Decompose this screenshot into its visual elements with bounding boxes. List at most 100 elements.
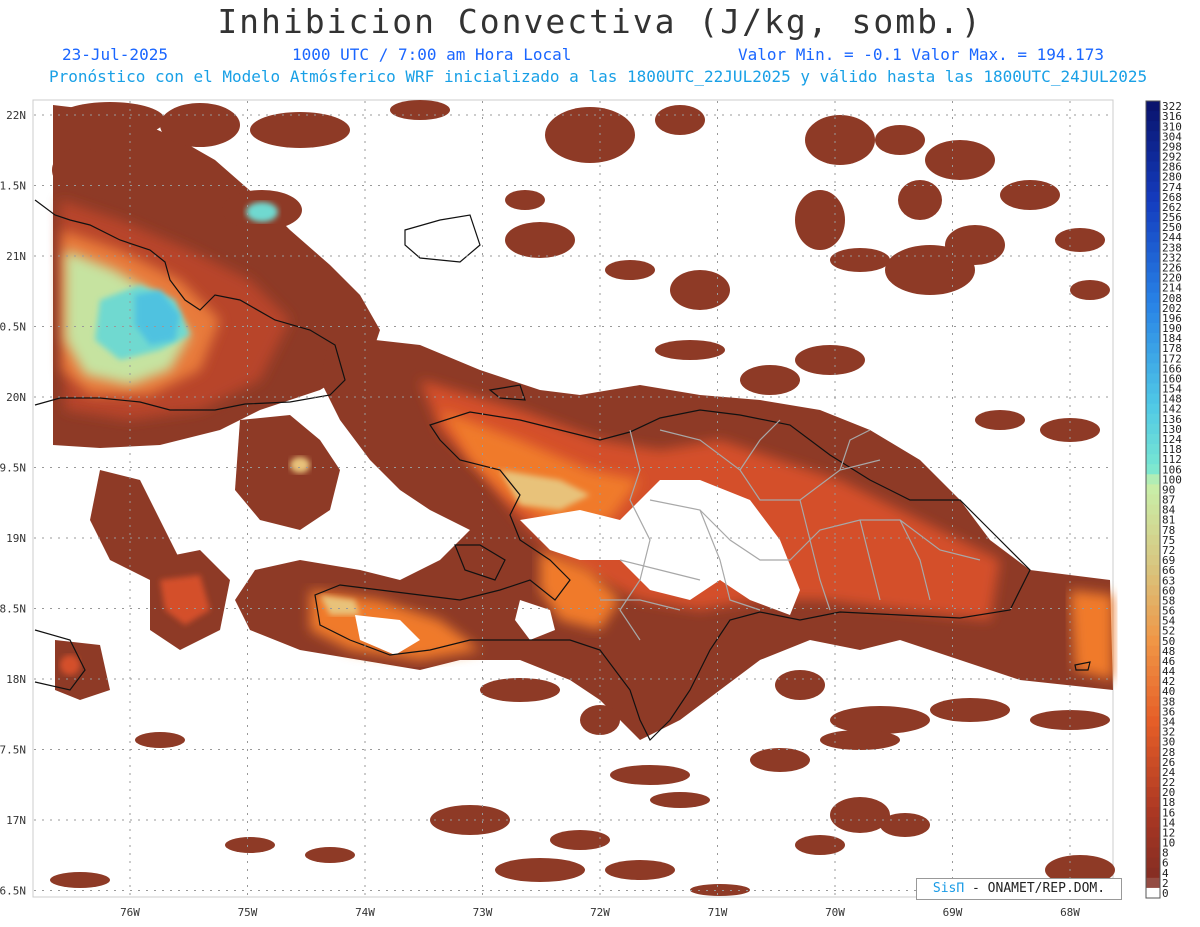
colorbar-swatch: [1146, 746, 1160, 758]
sispi-logo: SisΠ: [932, 881, 965, 896]
colorbar-swatch: [1146, 191, 1160, 203]
colorbar-swatch: [1146, 807, 1160, 818]
lat-label: 9.5N: [0, 462, 26, 475]
colorbar-swatch: [1146, 716, 1160, 727]
colorbar-swatch: [1146, 565, 1160, 576]
colorbar-swatch: [1146, 524, 1160, 536]
colorbar-swatch: [1146, 444, 1160, 455]
latitude-labels: 22N 1.5N 21N 0.5N 20N 9.5N 19N 8.5N 18N 7.5N 17N 6.…: [0, 109, 26, 898]
colorbar-swatch: [1146, 645, 1160, 657]
colorbar-swatch: [1146, 242, 1160, 253]
cin-map: 22N 1.5N 21N 0.5N 20N 9.5N 19N 8.5N 18N 7.5N 17N 6.…: [0, 99, 1182, 919]
colorbar-swatch: [1146, 312, 1160, 324]
colorbar-swatch: [1146, 131, 1160, 142]
colorbar-swatch: [1146, 696, 1160, 707]
colorbar-tick: 0: [1162, 887, 1169, 900]
colorbar-swatch: [1146, 201, 1160, 213]
colorbar-swatch: [1146, 736, 1160, 748]
lat-label: 6.5N: [0, 885, 26, 898]
colorbar-swatch: [1146, 363, 1160, 374]
colorbar-swatch: [1146, 423, 1160, 435]
colorbar-swatch: [1146, 262, 1160, 274]
colorbar-swatch: [1146, 544, 1160, 556]
lat-label: 7.5N: [0, 744, 26, 757]
colorbar-swatch: [1146, 433, 1160, 445]
colorbar-swatch: [1146, 504, 1160, 516]
lon-label: 73W: [473, 906, 493, 919]
colorbar-swatch: [1146, 534, 1160, 546]
colorbar-swatch: [1146, 474, 1160, 485]
colorbar-swatch: [1146, 756, 1160, 768]
colorbar-swatch: [1146, 464, 1160, 475]
colorbar-swatch: [1146, 373, 1160, 384]
lon-label: 71W: [708, 906, 728, 919]
colorbar-swatch: [1146, 333, 1160, 344]
colorbar-swatch: [1146, 181, 1160, 193]
colorbar-swatch: [1146, 232, 1160, 243]
colorbar-swatch: [1146, 353, 1160, 364]
colorbar-swatch: [1146, 817, 1160, 828]
colorbar-swatch: [1146, 655, 1160, 667]
colorbar-swatch: [1146, 676, 1160, 687]
colorbar-swatch: [1146, 161, 1160, 173]
colorbar-swatch: [1146, 797, 1160, 808]
colorbar-swatch: [1146, 383, 1160, 395]
colorbar-swatch: [1146, 484, 1160, 495]
colorbar-swatch: [1146, 322, 1160, 334]
lon-label: 69W: [943, 906, 963, 919]
lon-label: 75W: [238, 906, 258, 919]
colorbar-swatch: [1146, 151, 1160, 163]
colorbar-swatch: [1146, 595, 1160, 606]
lon-label: 72W: [590, 906, 610, 919]
credit-box: SisΠ - ONAMET/REP.DOM.: [916, 878, 1122, 900]
lon-label: 70W: [825, 906, 845, 919]
colorbar-swatch: [1146, 776, 1160, 788]
colorbar-swatch: [1146, 272, 1160, 284]
lat-label: 0.5N: [0, 321, 26, 334]
lon-label: 76W: [120, 906, 140, 919]
colorbar-swatch: [1146, 413, 1160, 425]
lat-label: 20N: [6, 391, 26, 404]
lat-label: 19N: [6, 532, 26, 545]
lat-label: 17N: [6, 814, 26, 827]
colorbar: 3223163103042982922862802742682622562502…: [1145, 100, 1182, 900]
colorbar-swatch: [1146, 141, 1160, 152]
lon-label: 68W: [1060, 906, 1080, 919]
colorbar-swatch: [1146, 575, 1160, 586]
colorbar-swatch: [1146, 343, 1160, 354]
lat-label: 1.5N: [0, 180, 26, 193]
longitude-labels: 76W 75W 74W 73W 72W 71W 70W 69W 68W: [120, 906, 1080, 919]
colorbar-swatch: [1146, 766, 1160, 778]
colorbar-swatch: [1146, 877, 1160, 889]
lat-label: 21N: [6, 250, 26, 263]
colorbar-swatch: [1146, 605, 1160, 617]
colorbar-swatch: [1146, 726, 1160, 738]
colorbar-swatch: [1146, 837, 1160, 849]
colorbar-swatch: [1146, 222, 1160, 233]
lat-label: 18N: [6, 673, 26, 686]
colorbar-swatch: [1146, 585, 1160, 596]
colorbar-swatch: [1146, 282, 1160, 294]
colorbar-swatch: [1146, 393, 1160, 405]
colorbar-swatch: [1146, 625, 1160, 637]
colorbar-swatch: [1146, 121, 1160, 132]
colorbar-swatch: [1146, 635, 1160, 647]
colorbar-swatch: [1146, 302, 1160, 314]
colorbar-swatch: [1146, 887, 1160, 899]
colorbar-swatch: [1146, 827, 1160, 838]
colorbar-swatch: [1146, 403, 1160, 415]
colorbar-swatch: [1146, 171, 1160, 183]
lat-label: 22N: [6, 109, 26, 122]
colorbar-swatch: [1146, 252, 1160, 263]
colorbar-swatch: [1146, 706, 1160, 717]
colorbar-swatch: [1146, 211, 1160, 223]
colorbar-swatch: [1146, 787, 1160, 798]
lon-label: 74W: [355, 906, 375, 919]
colorbar-swatch: [1146, 514, 1160, 526]
colorbar-swatch: [1146, 665, 1160, 677]
colorbar-swatch: [1146, 292, 1160, 304]
colorbar-swatch: [1146, 615, 1160, 627]
colorbar-swatch: [1146, 494, 1160, 506]
colorbar-swatch: [1146, 111, 1160, 122]
colorbar-swatch: [1146, 454, 1160, 465]
